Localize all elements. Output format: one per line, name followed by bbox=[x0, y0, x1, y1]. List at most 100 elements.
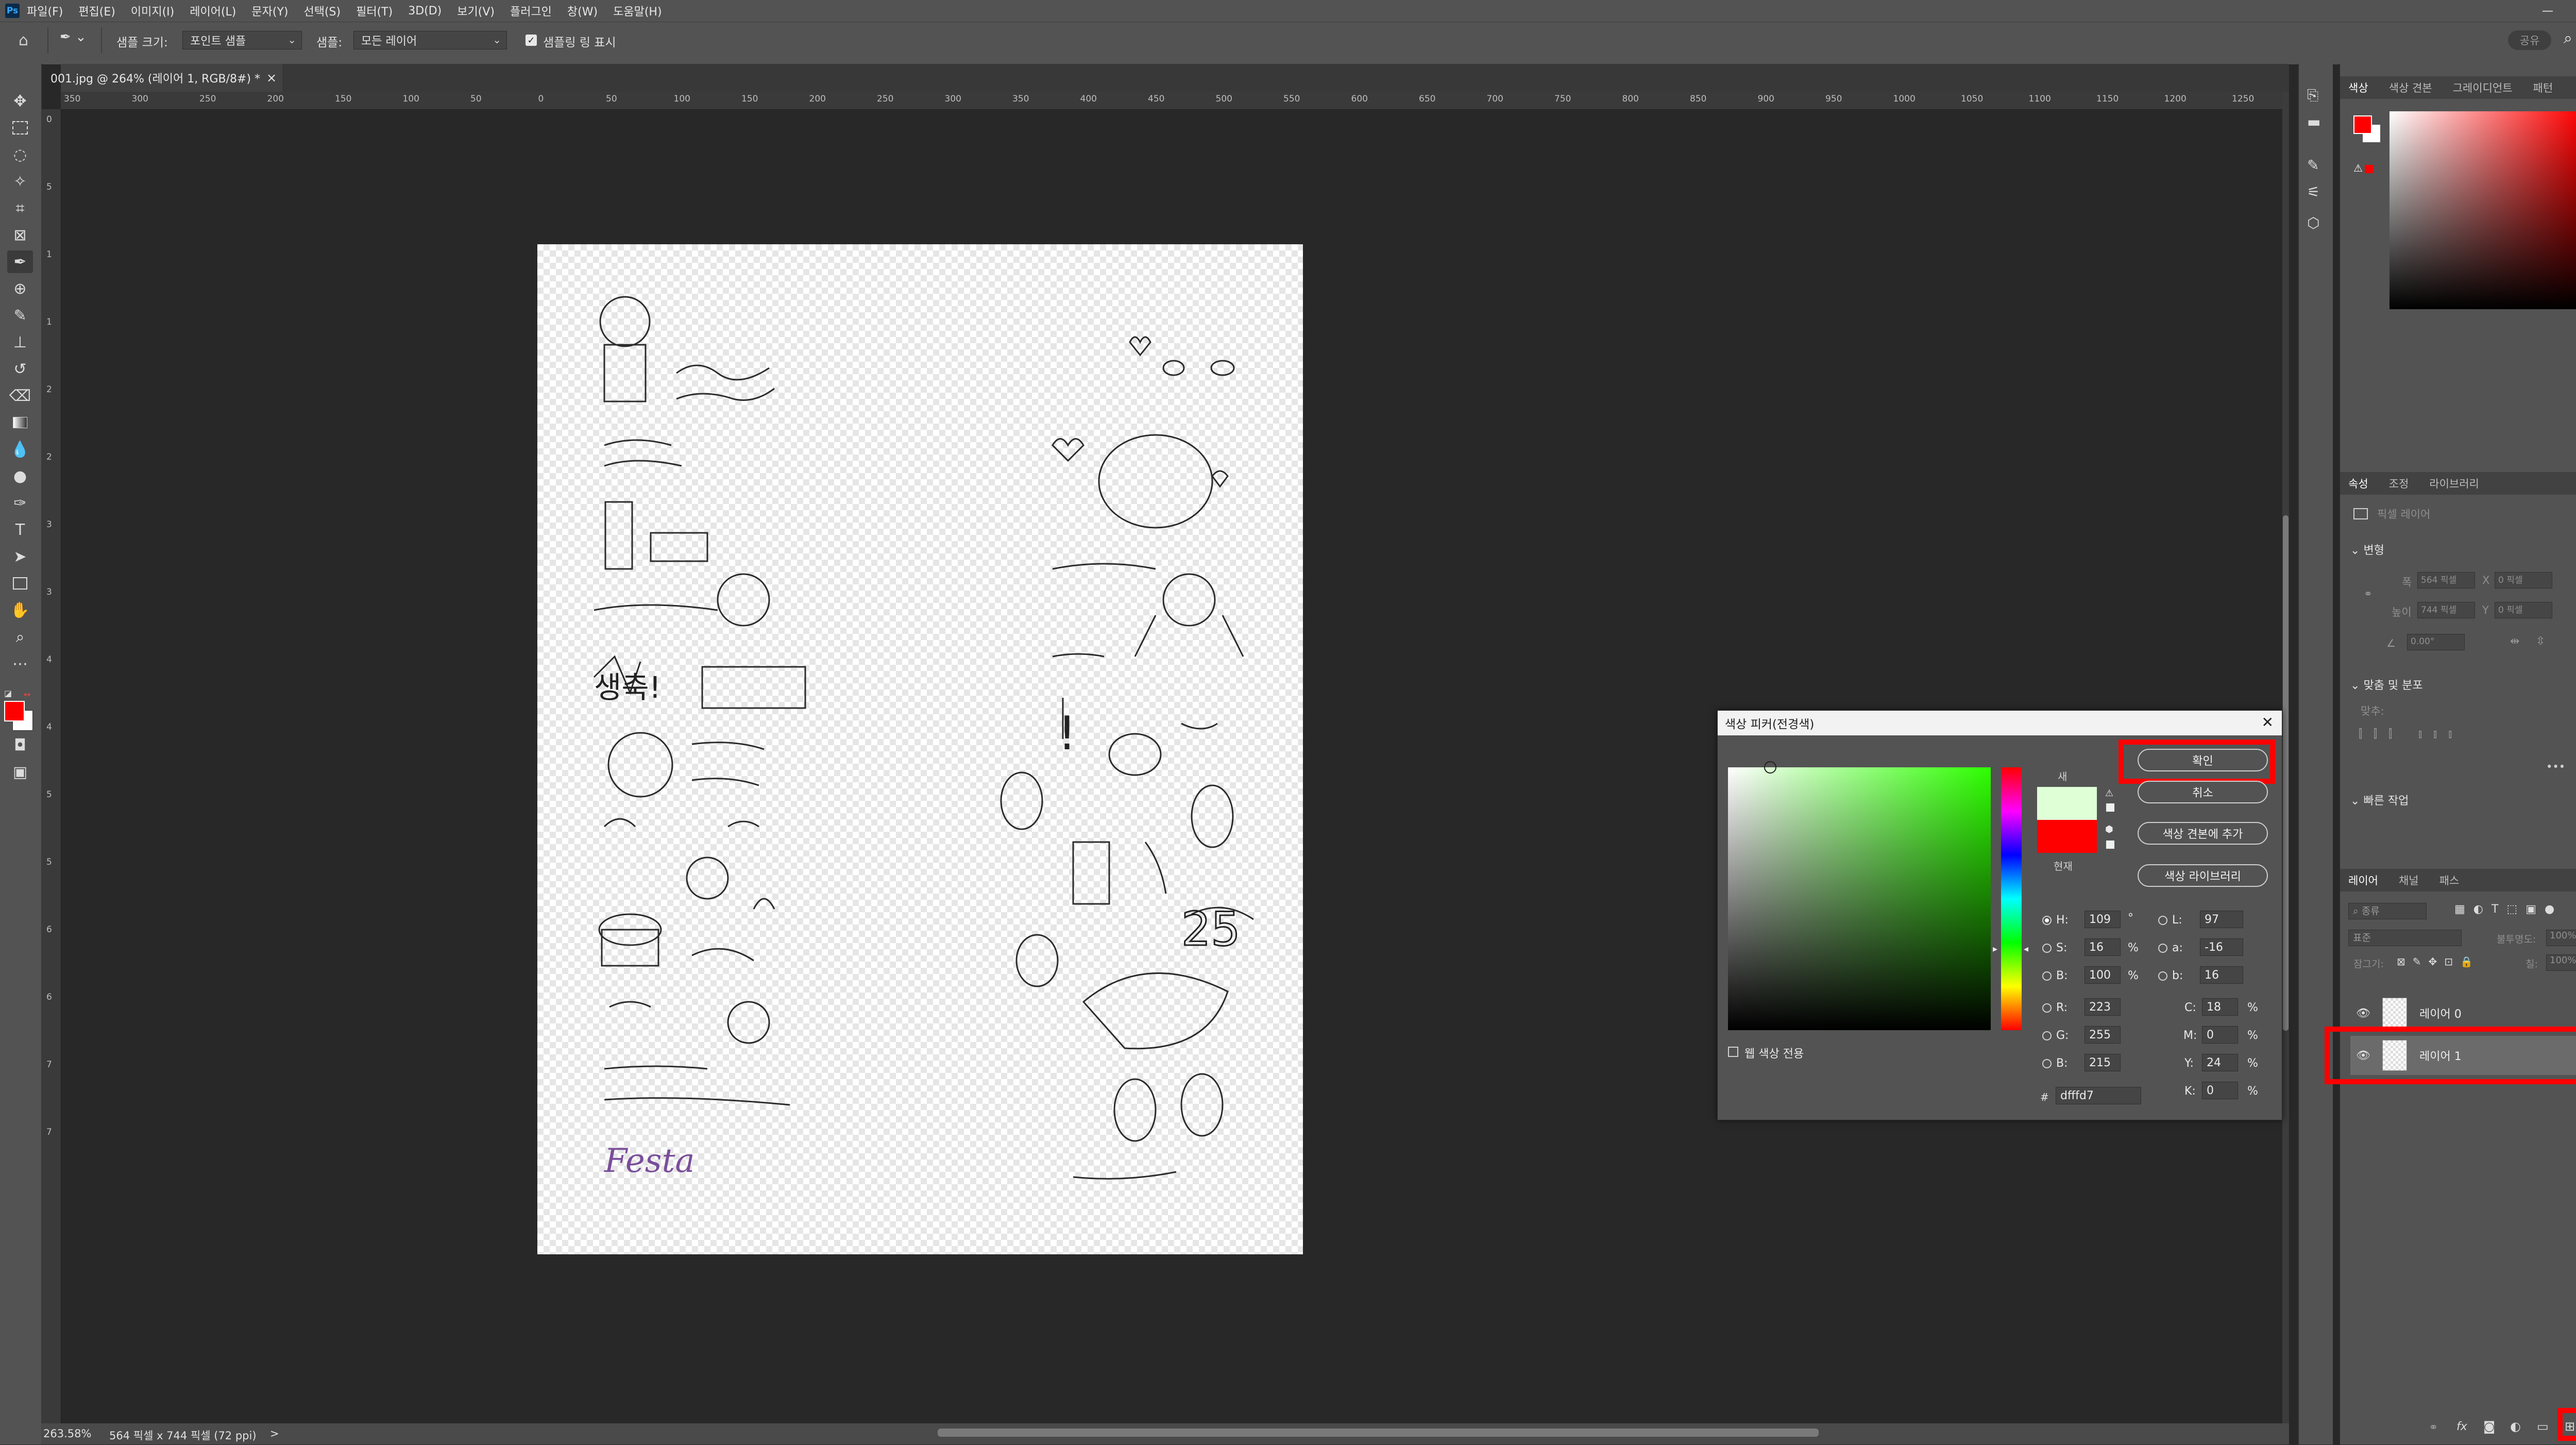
eyedropper-tool-icon[interactable]: ✒ bbox=[7, 250, 33, 273]
menu-filter[interactable]: 필터(T) bbox=[356, 3, 393, 19]
radio-blue[interactable] bbox=[2042, 1059, 2052, 1068]
tab-libraries[interactable]: 라이브러리 bbox=[2429, 476, 2479, 491]
blur-tool-icon[interactable]: 💧 bbox=[7, 438, 33, 461]
adjustments-icon[interactable]: ⚟ bbox=[2307, 183, 2320, 200]
lock-icons[interactable]: ⊠✎✥⊡🔒 bbox=[2397, 955, 2480, 968]
show-sampling-ring-checkbox[interactable]: ✓ bbox=[526, 35, 537, 46]
layer-filter-select[interactable]: ⌕ 종류 bbox=[2348, 903, 2427, 919]
color-libraries-button[interactable]: 색상 라이브러리 bbox=[2138, 864, 2268, 887]
3d-icon[interactable]: ⬡ bbox=[2307, 214, 2319, 231]
tab-paths[interactable]: 패스 bbox=[2439, 872, 2460, 888]
web-safe-cube-icon[interactable]: ⬢ bbox=[2105, 824, 2113, 835]
menu-file[interactable]: 파일(F) bbox=[27, 3, 63, 19]
home-icon[interactable]: ⌂ bbox=[19, 31, 39, 52]
web-safe-color-swatch[interactable] bbox=[2106, 841, 2114, 849]
fx-icon[interactable]: fx bbox=[2456, 1420, 2467, 1433]
marquee-tool-icon[interactable] bbox=[7, 116, 33, 139]
y-input[interactable]: 0 픽셀 bbox=[2495, 602, 2552, 618]
history-brush-tool-icon[interactable]: ↺ bbox=[7, 358, 33, 380]
frame-tool-icon[interactable]: ⊠ bbox=[7, 224, 33, 246]
s-input[interactable]: 16 bbox=[2084, 938, 2121, 956]
l-input[interactable]: 97 bbox=[2200, 911, 2243, 928]
more-tools-icon[interactable]: ⋯ bbox=[7, 652, 33, 675]
y-input[interactable]: 24 bbox=[2202, 1054, 2238, 1071]
radio-r[interactable] bbox=[2042, 1003, 2052, 1013]
blend-mode-select[interactable]: 표준 bbox=[2348, 930, 2462, 946]
menu-image[interactable]: 이미지(I) bbox=[131, 3, 174, 19]
a-input[interactable]: -16 bbox=[2200, 938, 2243, 956]
color-spectrum-field[interactable] bbox=[2389, 111, 2576, 309]
new-group-icon[interactable]: ▭ bbox=[2537, 1419, 2549, 1434]
brush-settings-icon[interactable]: ✎ bbox=[2307, 157, 2319, 174]
height-input[interactable]: 744 픽셀 bbox=[2417, 602, 2475, 618]
radio-b[interactable] bbox=[2042, 971, 2052, 981]
add-mask-icon[interactable]: ◙ bbox=[2483, 1419, 2495, 1434]
healing-brush-tool-icon[interactable]: ⊕ bbox=[7, 277, 33, 300]
menu-help[interactable]: 도움말(H) bbox=[613, 3, 662, 19]
document-tab[interactable]: 001.jpg @ 264% (레이어 1, RGB/8#) * × bbox=[50, 64, 282, 92]
align-section-title[interactable]: ⌄ 맞춤 및 분포 bbox=[2350, 676, 2423, 693]
horizontal-scroll-thumb[interactable] bbox=[938, 1429, 1819, 1437]
tab-adjustments[interactable]: 조정 bbox=[2389, 476, 2409, 491]
menu-window[interactable]: 창(W) bbox=[567, 3, 598, 19]
add-to-swatches-button[interactable]: 색상 견본에 추가 bbox=[2138, 822, 2268, 845]
transform-section-title[interactable]: ⌄ 변형 bbox=[2350, 541, 2384, 558]
tab-color[interactable]: 색상 bbox=[2348, 80, 2368, 95]
tab-layers[interactable]: 레이어 bbox=[2348, 872, 2378, 888]
radio-g[interactable] bbox=[2042, 1031, 2052, 1040]
cancel-button[interactable]: 취소 bbox=[2138, 781, 2268, 803]
b-input[interactable]: 100 bbox=[2084, 966, 2121, 984]
sample-select[interactable]: 모든 레이어 ⌄ bbox=[353, 31, 507, 49]
gradient-tool-icon[interactable] bbox=[7, 411, 33, 434]
menu-plugins[interactable]: 플러그인 bbox=[510, 3, 552, 19]
radio-a[interactable] bbox=[2158, 944, 2167, 953]
document-tab-close-icon[interactable]: × bbox=[266, 71, 277, 85]
lasso-tool-icon[interactable]: ◌ bbox=[7, 143, 33, 166]
restore-button[interactable]: ❐ bbox=[2566, 0, 2576, 22]
adjustment-layer-icon[interactable]: ◐ bbox=[2510, 1419, 2521, 1434]
hue-left-arrow-icon[interactable]: ▸ bbox=[1993, 944, 1997, 954]
menu-edit[interactable]: 편집(E) bbox=[78, 3, 115, 19]
link-dimensions-icon[interactable]: ⚭ bbox=[2364, 587, 2372, 600]
menu-3d[interactable]: 3D(D) bbox=[408, 5, 442, 18]
gamut-color-swatch[interactable] bbox=[2106, 803, 2114, 812]
zoom-level[interactable]: 263.58% bbox=[43, 1427, 91, 1440]
sample-size-select[interactable]: 포인트 샘플 ⌄ bbox=[182, 31, 302, 49]
k-input[interactable]: 0 bbox=[2202, 1082, 2238, 1099]
pen-tool-icon[interactable]: ✑ bbox=[7, 492, 33, 514]
hand-tool-icon[interactable]: ✋ bbox=[7, 599, 33, 621]
quick-actions-section-title[interactable]: ⌄ 빠른 작업 bbox=[2350, 792, 2409, 808]
color-selector-ring[interactable] bbox=[1764, 761, 1776, 774]
status-menu-arrow[interactable]: > bbox=[270, 1427, 279, 1440]
tab-channels[interactable]: 채널 bbox=[2399, 872, 2419, 888]
align-icons[interactable]: ⫿⫿⫿ ⫾⫾⫾ bbox=[2359, 728, 2463, 741]
menu-type[interactable]: 문자(Y) bbox=[251, 3, 288, 19]
crop-tool-icon[interactable]: ⌗ bbox=[7, 197, 33, 220]
vertical-scroll-thumb[interactable] bbox=[2283, 515, 2289, 1031]
path-selection-tool-icon[interactable]: ➤ bbox=[7, 545, 33, 568]
tab-swatches[interactable]: 색상 견본 bbox=[2389, 80, 2432, 95]
saturation-brightness-field[interactable] bbox=[1728, 767, 1991, 1030]
type-tool-icon[interactable]: T bbox=[7, 518, 33, 541]
lab-b-input[interactable]: 16 bbox=[2200, 966, 2243, 984]
rectangle-tool-icon[interactable] bbox=[7, 572, 33, 595]
m-input[interactable]: 0 bbox=[2202, 1026, 2238, 1044]
menu-view[interactable]: 보기(V) bbox=[457, 3, 495, 19]
dodge-tool-icon[interactable]: ● bbox=[7, 465, 33, 488]
h-input[interactable]: 109 bbox=[2084, 911, 2121, 928]
current-color-swatch[interactable] bbox=[2037, 820, 2097, 853]
layer-name[interactable]: 레이어 0 bbox=[2419, 1005, 2462, 1021]
layer-filter-icons[interactable]: ▦◐T⬚▣● bbox=[2454, 903, 2563, 916]
out-of-gamut-icon[interactable]: ⚠ bbox=[2105, 788, 2113, 799]
radio-s[interactable] bbox=[2042, 944, 2052, 953]
minimize-button[interactable]: — bbox=[2530, 0, 2566, 22]
flip-vertical-icon[interactable]: ⇳ bbox=[2536, 635, 2545, 648]
comment-icon[interactable]: ▬ bbox=[2307, 113, 2320, 130]
history-icon[interactable]: ⎘ bbox=[2307, 87, 2318, 104]
eraser-tool-icon[interactable]: ⌫ bbox=[7, 384, 33, 407]
web-colors-only-checkbox[interactable] bbox=[1728, 1047, 1738, 1057]
default-colors-icon[interactable]: ◪ bbox=[4, 688, 12, 698]
search-icon[interactable]: ⌕ bbox=[2564, 29, 2572, 47]
eyedropper-tool-preset-icon[interactable]: ✒ ⌄ bbox=[60, 29, 91, 50]
swap-colors-icon[interactable]: ↔ bbox=[24, 690, 30, 699]
